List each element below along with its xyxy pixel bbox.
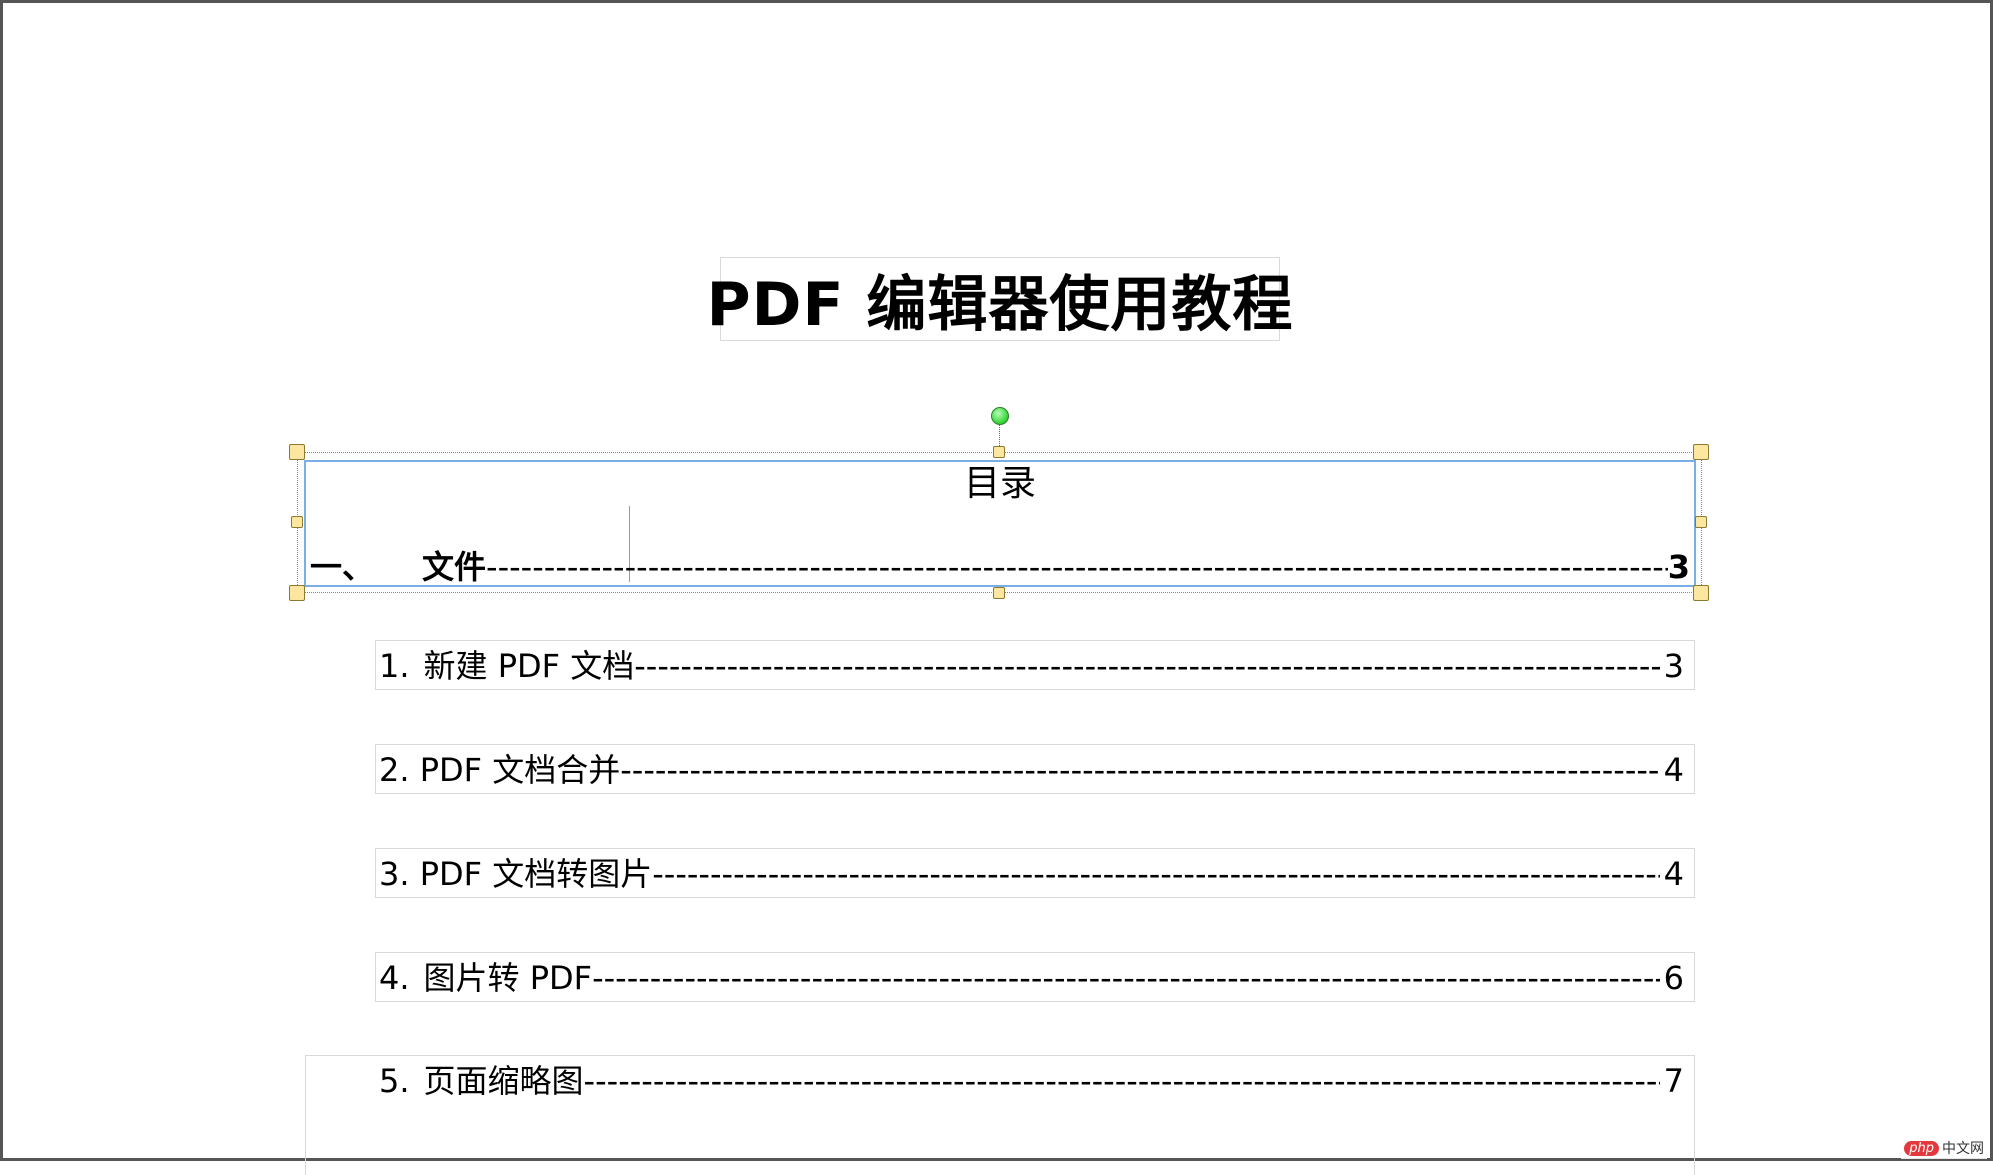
toc-heading: 目录 — [963, 463, 1036, 504]
document-title: PDF 编辑器使用教程 — [706, 269, 1294, 340]
dot-leader — [620, 745, 1659, 795]
dot-leader — [486, 548, 1668, 586]
resize-handle-left[interactable] — [291, 516, 303, 528]
selected-toc-text-box[interactable]: 目录 一、 文件 3 — [304, 460, 1696, 587]
rotate-handle[interactable] — [991, 407, 1009, 425]
toc-entry-box[interactable]: 1. 新建 PDF 文档 3 — [375, 640, 1695, 690]
entry-label: 页面缩略图 — [423, 1062, 584, 1100]
dot-leader — [634, 641, 1659, 691]
toc-chapter-line: 一、 文件 3 — [310, 542, 1690, 588]
resize-handle-top-right[interactable] — [1693, 444, 1709, 460]
entry-number: 3. — [379, 855, 410, 893]
toc-entry-box[interactable]: 4. 图片转 PDF 6 — [375, 952, 1695, 1002]
toc-entry: 5. 页面缩略图 7 — [379, 1056, 1684, 1106]
title-text-box[interactable]: PDF 编辑器使用教程 — [707, 257, 1292, 341]
toc-entry-box[interactable]: 2. PDF 文档合并 4 — [375, 744, 1695, 794]
entry-page-number: 6 — [1663, 959, 1684, 997]
entry-page-number: 4 — [1663, 855, 1684, 893]
resize-handle-bottom[interactable] — [993, 587, 1005, 599]
entry-label: PDF 文档合并 — [419, 751, 621, 789]
toc-entry: 4. 图片转 PDF 6 — [379, 953, 1684, 1003]
watermark-text: 中文网 — [1942, 1141, 1984, 1157]
toc-entry: 1. 新建 PDF 文档 3 — [379, 641, 1684, 691]
dot-leader — [592, 953, 1660, 1003]
entry-number: 5. — [379, 1062, 410, 1100]
toc-entry-box[interactable]: 3. PDF 文档转图片 4 — [375, 848, 1695, 898]
chapter-number: 一、 — [310, 548, 375, 586]
toc-entry: 2. PDF 文档合并 4 — [379, 745, 1684, 795]
entry-number: 4. — [379, 959, 410, 997]
chapter-label: 文件 — [422, 548, 487, 586]
toc-entry-box[interactable]: 5. 页面缩略图 7 — [305, 1055, 1695, 1175]
entry-page-number: 4 — [1663, 751, 1684, 789]
resize-handle-bottom-left[interactable] — [289, 585, 305, 601]
resize-handle-top-left[interactable] — [289, 444, 305, 460]
dot-leader — [584, 1056, 1660, 1106]
entry-number: 1. — [379, 647, 410, 685]
entry-label: 新建 PDF 文档 — [423, 647, 635, 685]
entry-page-number: 3 — [1663, 647, 1684, 685]
entry-number: 2. — [379, 751, 410, 789]
dot-leader — [652, 849, 1659, 899]
entry-page-number: 7 — [1663, 1062, 1684, 1100]
chapter-page-number: 3 — [1667, 548, 1690, 586]
pdf-page-canvas[interactable]: PDF 编辑器使用教程 目录 一、 文件 3 1. 新建 PDF 文档 3 2.… — [0, 0, 1993, 1175]
resize-handle-right[interactable] — [1695, 516, 1707, 528]
watermark-logo: php — [1904, 1140, 1939, 1156]
site-watermark: php 中文网 — [1901, 1137, 1987, 1159]
entry-label: 图片转 PDF — [423, 959, 593, 997]
entry-label: PDF 文档转图片 — [419, 855, 653, 893]
resize-handle-top[interactable] — [993, 446, 1005, 458]
toc-entry: 3. PDF 文档转图片 4 — [379, 849, 1684, 899]
resize-handle-bottom-right[interactable] — [1693, 585, 1709, 601]
